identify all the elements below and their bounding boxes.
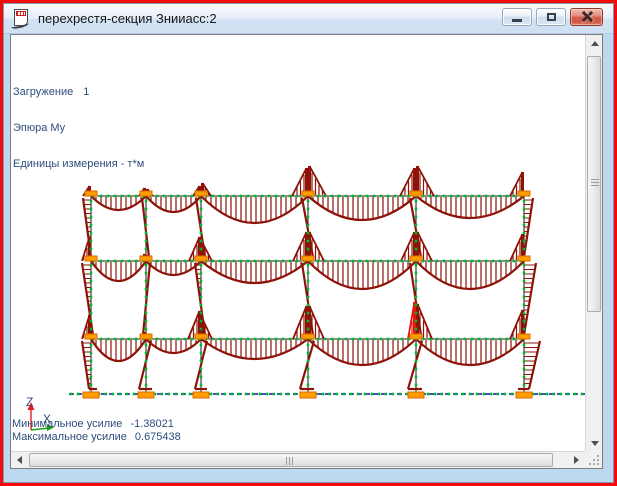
document-icon <box>10 8 32 32</box>
window-controls <box>502 8 603 26</box>
horizontal-scrollbar[interactable] <box>11 451 585 468</box>
restore-button[interactable] <box>536 8 566 26</box>
thumb-grip-icon <box>591 179 599 188</box>
right-arrow-icon <box>574 456 579 464</box>
close-button[interactable] <box>570 8 603 26</box>
window-title: перехрестя-секция Знииасс:2 <box>38 11 217 26</box>
resize-grip-icon <box>597 463 599 465</box>
left-arrow-icon <box>17 456 22 464</box>
loadcase-line: Загружение1 <box>13 86 144 98</box>
units-line: Единицы измерения - т*м <box>13 158 144 170</box>
screenshot-red-border: перехрестя-секция Знииасс:2 Загружение1 … <box>0 0 617 486</box>
min-force-line: Минимальное усилие-1.38021 <box>12 418 181 431</box>
vertical-scroll-thumb[interactable] <box>587 56 601 312</box>
client-area: Загружение1 Эпюра My Единицы измерения -… <box>10 34 603 469</box>
down-arrow-icon <box>591 441 599 446</box>
scrollbar-corner[interactable] <box>585 451 602 468</box>
scroll-right-button[interactable] <box>568 452 585 468</box>
app-window: перехрестя-секция Знииасс:2 Загружение1 … <box>3 3 614 483</box>
thumb-grip-icon <box>286 457 295 465</box>
loadcase-info: Загружение1 Эпюра My Единицы измерения -… <box>13 62 144 194</box>
titlebar[interactable]: перехрестя-секция Знииасс:2 <box>4 4 613 34</box>
minimize-icon <box>512 19 522 22</box>
vertical-scrollbar[interactable] <box>585 35 602 451</box>
horizontal-scroll-thumb[interactable] <box>29 453 553 467</box>
max-force-line: Максимальное усилие0.675438 <box>12 431 181 444</box>
scroll-down-button[interactable] <box>586 435 603 451</box>
scroll-left-button[interactable] <box>11 452 28 468</box>
close-icon <box>581 11 592 22</box>
minimize-button[interactable] <box>502 8 532 26</box>
diagram-viewport[interactable]: Загружение1 Эпюра My Единицы измерения -… <box>11 35 589 455</box>
axis-z-label: Z <box>26 395 33 409</box>
diagram-title-line: Эпюра My <box>13 122 144 134</box>
up-arrow-icon <box>591 41 599 46</box>
restore-icon <box>547 13 556 21</box>
results-block: Минимальное усилие-1.38021 Максимальное … <box>12 418 181 444</box>
scroll-up-button[interactable] <box>586 35 603 51</box>
